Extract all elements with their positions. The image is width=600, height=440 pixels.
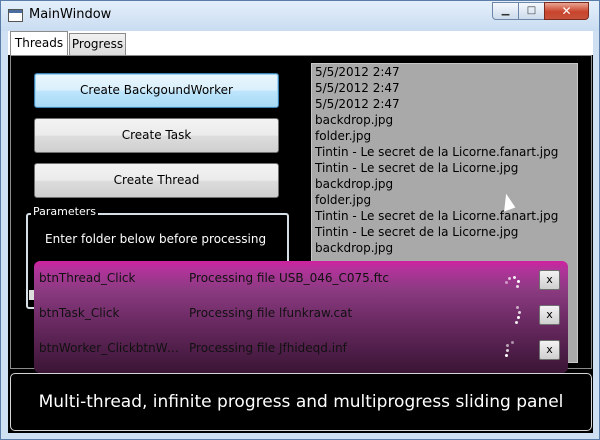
tab-strip: Threads Progress [8, 31, 593, 55]
list-item[interactable]: backdrop.jpg [312, 176, 577, 192]
window-icon[interactable] [8, 9, 23, 22]
cancel-progress-button[interactable]: x [539, 305, 560, 325]
list-item[interactable]: Tintin - Le secret de la Licorne.jpg [312, 160, 577, 176]
progress-source-label: btnThread_Click [39, 271, 136, 285]
create-task-button[interactable]: Create Task [34, 118, 279, 153]
list-item[interactable]: backdrop.jpg [312, 112, 577, 128]
progress-source-label: btnTask_Click [39, 306, 120, 320]
multiprogress-sliding-panel: btnThread_Click Processing file USB_046_… [34, 261, 568, 373]
create-backgroundworker-button[interactable]: Create BackgoundWorker [34, 73, 279, 108]
caption-banner: Multi-thread, infinite progress and mult… [10, 373, 592, 431]
list-item[interactable]: 5/5/2012 2:47 [312, 80, 577, 96]
list-item[interactable]: Tintin - Le secret de la Licorne.fanart.… [312, 208, 577, 224]
progress-message: Processing file USB_046_C075.ftc [189, 271, 389, 285]
spinner-icon [502, 303, 524, 325]
progress-message: Processing file lfunkraw.cat [189, 306, 353, 320]
cancel-progress-button[interactable]: x [539, 270, 560, 290]
minimize-button[interactable]: ▁ [492, 2, 519, 20]
cancel-progress-button[interactable]: x [539, 340, 560, 360]
progress-source-label: btnWorker_ClickbtnWorker_Click [39, 341, 179, 355]
spinner-icon [502, 268, 524, 290]
list-item[interactable]: backdrop.jpg [312, 240, 577, 256]
parameters-hint: Enter folder below before processing [45, 232, 267, 246]
create-thread-button[interactable]: Create Thread [34, 163, 279, 198]
maximize-button[interactable]: □ [518, 2, 545, 20]
main-window: MainWindow ▁ □ ✕ Threads Progress Create… [0, 0, 600, 440]
progress-row: btnTask_Click Processing file lfunkraw.c… [34, 299, 568, 329]
close-button[interactable]: ✕ [544, 2, 589, 20]
list-item[interactable]: folder.jpg [312, 128, 577, 144]
progress-row: btnThread_Click Processing file USB_046_… [34, 264, 568, 294]
list-item[interactable]: 5/5/2012 2:47 [312, 64, 577, 80]
list-item[interactable]: 5/5/2012 2:47 [312, 96, 577, 112]
list-item[interactable]: folder.jpg [312, 192, 577, 208]
spinner-icon [502, 338, 524, 360]
list-item[interactable]: Tintin - Le secret de la Licorne.fanart.… [312, 144, 577, 160]
caption-text: Multi-thread, infinite progress and mult… [38, 392, 564, 412]
list-item[interactable]: Tintin - Le secret de la Licorne.jpg [312, 224, 577, 240]
title-bar[interactable]: MainWindow ▁ □ ✕ [1, 1, 599, 31]
tab-progress[interactable]: Progress [69, 33, 126, 55]
progress-row: btnWorker_ClickbtnWorker_Click Processin… [34, 334, 568, 364]
parameters-legend: Parameters [31, 205, 98, 218]
progress-message: Processing file Jfhideqd.inf [189, 341, 347, 355]
tab-threads[interactable]: Threads [10, 31, 68, 55]
window-title: MainWindow [29, 7, 112, 22]
